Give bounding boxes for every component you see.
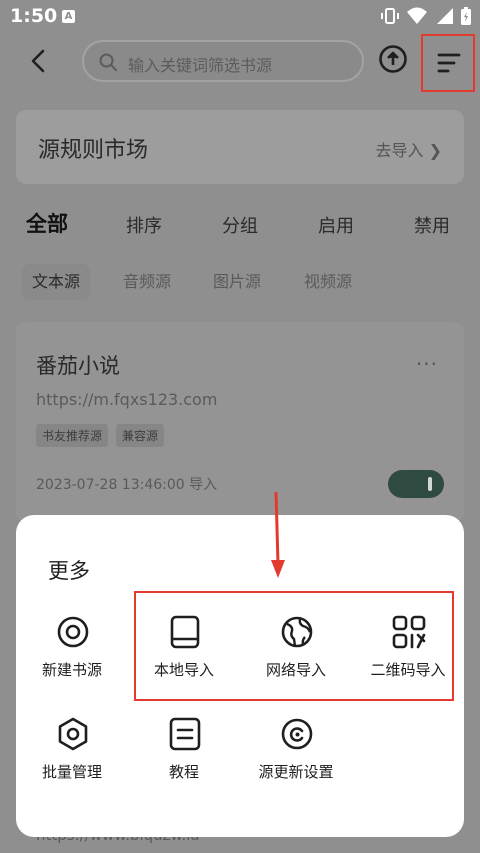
annotation-arrow-icon: [271, 492, 285, 578]
chip-video[interactable]: 视频源: [294, 264, 362, 300]
tutorial-label: 教程: [168, 763, 199, 781]
back-button[interactable]: [22, 44, 56, 78]
search-input[interactable]: 输入关键词筛选书源: [82, 40, 364, 82]
toolbar: 输入关键词筛选书源: [0, 34, 480, 92]
document-icon: [169, 717, 201, 751]
chevron-left-icon: [31, 49, 45, 73]
notification-badge: A: [62, 10, 75, 23]
tab-disabled[interactable]: 禁用: [414, 212, 450, 238]
wifi-icon: [407, 7, 427, 24]
status-time: 1:50: [10, 5, 58, 27]
chip-audio[interactable]: 音频源: [113, 264, 181, 300]
menu-button[interactable]: [421, 34, 475, 92]
filter-tabs: 全部 排序 分组 启用 禁用: [0, 208, 480, 240]
upload-button[interactable]: [378, 44, 408, 74]
refresh-circle-icon: [281, 718, 313, 750]
tab-group[interactable]: 分组: [222, 212, 258, 238]
hexagon-settings-icon: [58, 717, 88, 751]
status-bar: 1:50 A: [0, 0, 480, 34]
chip-text[interactable]: 文本源: [22, 264, 91, 300]
new-source-label: 新建书源: [41, 661, 102, 679]
tab-enabled[interactable]: 启用: [318, 212, 354, 238]
enable-toggle[interactable]: [388, 470, 444, 498]
source-url: https://m.fqxs123.com: [36, 390, 218, 409]
market-go-label: 去导入: [375, 141, 424, 160]
update-settings-button[interactable]: 源更新设置: [240, 717, 352, 797]
search-icon: [99, 53, 117, 71]
source-name: 番茄小说: [36, 354, 120, 378]
import-date: 2023-07-28 13:46:00 导入: [36, 477, 218, 493]
status-icons: [380, 6, 472, 26]
tab-all[interactable]: 全部: [26, 208, 68, 238]
chevron-right-icon: ❯: [428, 141, 442, 160]
batch-manage-label: 批量管理: [41, 763, 102, 781]
tutorial-button[interactable]: 教程: [128, 717, 240, 797]
source-tags: 书友推荐源 兼容源: [36, 424, 165, 447]
circle-target-icon: [57, 616, 89, 648]
update-settings-label: 源更新设置: [258, 763, 334, 781]
sheet-title: 更多: [48, 559, 90, 583]
new-source-button[interactable]: 新建书源: [16, 615, 128, 695]
source-card[interactable]: 番茄小说 ··· https://m.fqxs123.com 书友推荐源 兼容源…: [16, 322, 464, 522]
battery-icon: [461, 7, 471, 25]
market-go-link[interactable]: 去导入 ❯: [375, 137, 442, 161]
market-title: 源规则市场: [38, 138, 149, 163]
tab-sort[interactable]: 排序: [126, 212, 162, 238]
vibrate-icon: [381, 8, 399, 24]
chip-image[interactable]: 图片源: [203, 264, 271, 300]
toggle-knob: [428, 477, 432, 491]
import-options-highlight: [134, 591, 454, 701]
tag: 兼容源: [116, 424, 165, 447]
search-placeholder: 输入关键词筛选书源: [128, 56, 273, 75]
more-options-icon[interactable]: ···: [416, 352, 438, 376]
source-market-card[interactable]: 源规则市场 去导入 ❯: [16, 110, 464, 184]
sort-menu-icon: [437, 53, 461, 73]
signal-icon: [437, 8, 453, 24]
arrow-up-circle-icon: [379, 45, 407, 73]
tag: 书友推荐源: [36, 424, 109, 447]
source-type-chips: 文本源 音频源 图片源 视频源: [0, 264, 480, 300]
batch-manage-button[interactable]: 批量管理: [16, 717, 128, 797]
